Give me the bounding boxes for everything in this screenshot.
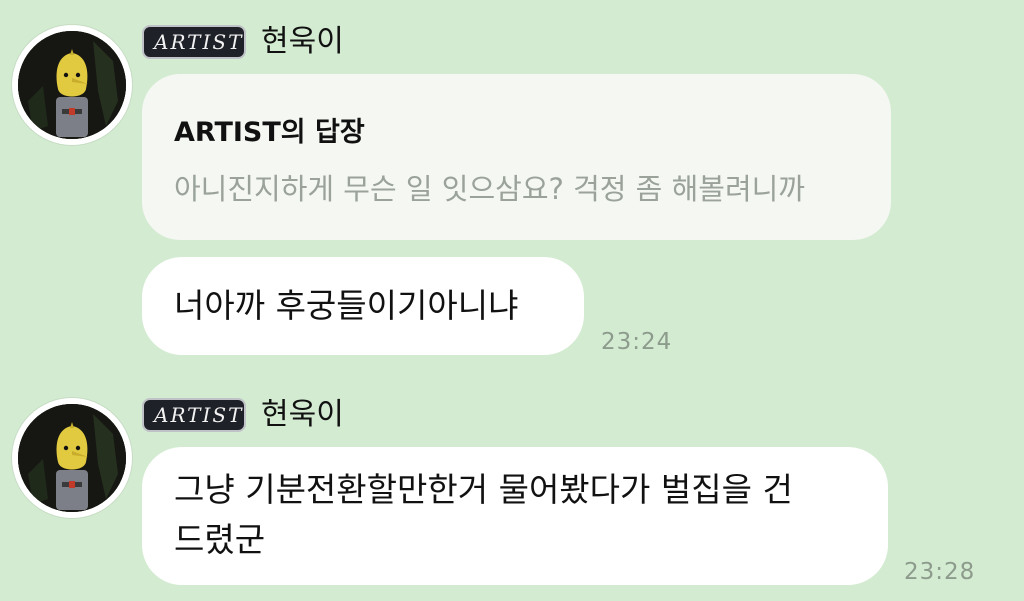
sender-name[interactable]: 현욱이 (261, 25, 344, 59)
message-bubble[interactable]: 너아까 후궁들이기아니냐 (142, 257, 584, 355)
artist-badge: ARTIST (142, 25, 246, 59)
message-text: 너아까 후궁들이기아니냐 (174, 286, 519, 325)
reply-title: ARTIST의 답장 (174, 117, 365, 148)
sender-name[interactable]: 현욱이 (261, 398, 344, 432)
lemongrab-avatar-icon (18, 31, 126, 139)
message-bubble[interactable]: 그냥 기분전환할만한거 물어봤다가 벌집을 건 드렸군 (142, 447, 888, 585)
profile-avatar[interactable] (12, 25, 132, 145)
message-timestamp: 23:24 (601, 329, 673, 355)
message-timestamp: 23:28 (904, 559, 976, 585)
reply-quote-card[interactable]: ARTIST의 답장 아니진지하게 무슨 일 잇으삼요? 걱정 좀 해볼려니까 (142, 74, 891, 240)
artist-badge: ARTIST (142, 398, 246, 432)
reply-quote-text: 아니진지하게 무슨 일 잇으삼요? 걱정 좀 해볼려니까 (174, 172, 805, 206)
lemongrab-avatar-icon (18, 404, 126, 512)
chat-view: ARTIST 현욱이 ARTIST의 답장 아니진지하게 무슨 일 잇으삼요? … (0, 0, 1024, 601)
profile-avatar[interactable] (12, 398, 132, 518)
message-text-line: 드렸군 (174, 520, 266, 559)
message-text-line: 그냥 기분전환할만한거 물어봤다가 벌집을 건 (174, 470, 793, 509)
